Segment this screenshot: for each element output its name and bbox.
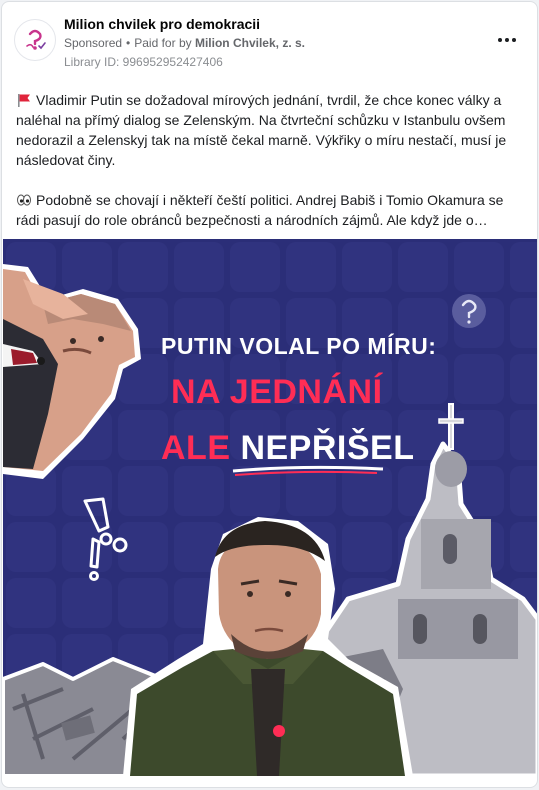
meta-separator: • (126, 36, 131, 50)
more-horizontal-icon-dot (512, 38, 516, 42)
sponsored-meta: Sponsored • Paid for by Milion Chvilek, z.… (64, 36, 305, 50)
ad-creative-image[interactable]: PUTIN VOLAL PO MÍRU: NA JEDNÁNÍ ALE NEPŘ… (3, 239, 537, 776)
headline-line-1: PUTIN VOLAL PO MÍRU: (161, 333, 437, 359)
sponsored-post-card: Milion chvilek pro demokracii Sponsored •… (1, 1, 538, 788)
red-flag-icon (18, 94, 30, 107)
post-body: Vladimir Putin se dožadoval mírových jed… (16, 90, 528, 250)
page-name-link[interactable]: Milion chvilek pro demokracii (64, 16, 260, 32)
eyes-icon (17, 194, 31, 206)
headline-word-ale: ALE (161, 429, 231, 467)
paid-for-prefix: Paid for by (134, 36, 192, 50)
library-id: Library ID: 996952952427406 (64, 55, 223, 69)
paragraph-text: Podobně se chovají i někteří čeští polit… (16, 192, 504, 228)
post-paragraph: Podobně se chovají i někteří čeští polit… (16, 190, 528, 230)
post-header: Milion chvilek pro demokracii Sponsored •… (2, 2, 537, 80)
sponsored-label: Sponsored (64, 36, 123, 50)
headline-line-3: ALE NEPŘIŠEL (161, 429, 537, 468)
paragraph-text: Vladimir Putin se dožadoval mírových jed… (16, 92, 507, 168)
page-avatar[interactable] (14, 19, 56, 61)
payer-name: Milion Chvilek, z. s. (194, 36, 305, 50)
milion-chvilek-logo-icon (26, 29, 46, 50)
headline-line-2: NA JEDNÁNÍ (171, 373, 383, 411)
more-options-button[interactable] (495, 32, 519, 48)
post-paragraph: Vladimir Putin se dožadoval mírových jed… (16, 90, 528, 170)
headline-word-neprisel: NEPŘIŠEL (240, 429, 415, 467)
more-horizontal-icon (498, 38, 502, 42)
more-horizontal-icon-dot (505, 38, 509, 42)
ad-artwork (3, 239, 537, 776)
question-mark-badge-icon (452, 294, 486, 328)
